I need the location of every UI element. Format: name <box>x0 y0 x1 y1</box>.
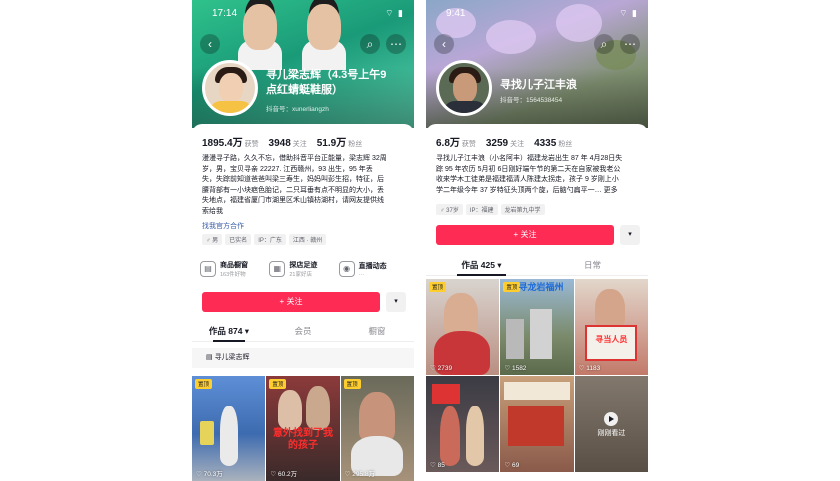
video-caption: 寻龙岩福州 <box>518 282 564 292</box>
video-thumbnail[interactable]: ♡ 85 <box>426 376 500 472</box>
ip-tag: IP：广东 <box>254 234 286 245</box>
video-thumbnail[interactable]: 刚刚看过 <box>574 376 648 472</box>
pinned-badge: 置顶 <box>269 379 287 389</box>
live-icon: ◉ <box>338 261 355 277</box>
profile-screen-left: 17:14 ⌔ ▮ ‹ ⌕ ⋯ 寻儿梁志辉（4.3号上午9 点红蜻蜓鞋服） 抖音… <box>192 0 414 481</box>
status-time: 17:14 <box>212 8 238 19</box>
video-thumbnail[interactable]: 置顶 意外找到了我的孩子 ♡ 60.2万 <box>266 376 340 481</box>
video-thumbnail[interactable]: 置顶 ♡ 70.3万 <box>192 376 266 481</box>
likes-stat[interactable]: 6.8万 获赞 <box>436 138 476 149</box>
store-visits-entry[interactable]: ▦ 探店足迹 21家好店 <box>269 260 338 278</box>
search-icon[interactable]: ⌕ <box>360 34 380 54</box>
profile-info-panel: 1895.4万 获赞 3948 关注 51.9万 粉丝 漫漫寻子路，久久不忘，借助抖音… <box>192 124 414 481</box>
video-thumbnail[interactable]: 寻当人员 ♡ 1183 <box>574 279 648 375</box>
video-caption: 寻当人员 <box>595 335 628 344</box>
video-thumbnail[interactable]: 置顶 寻龙岩福州 ♡ 1582 <box>500 279 574 375</box>
tab-membership[interactable]: 会员 <box>266 322 340 341</box>
stats-row: 6.8万 获赞 3259 关注 4335 粉丝 <box>436 134 580 149</box>
profile-screen-right: 9:41 ⌔ ▮ ‹ ⌕ ⋯ 寻找儿子江丰浪 抖音号：1564538454 6.… <box>426 0 648 481</box>
stats-row: 1895.4万 获赞 3948 关注 51.9万 粉丝 <box>202 134 370 149</box>
more-options-icon[interactable]: ⋯ <box>620 34 640 54</box>
ip-tag: IP：福建 <box>465 204 498 215</box>
profile-tags: ♂ 男 已实名 IP：广东 江西 · 赣州 <box>202 234 327 245</box>
search-icon[interactable]: ⌕ <box>594 34 614 54</box>
pinned-badge: 置顶 <box>343 379 361 389</box>
status-bar: 9:41 ⌔ ▮ <box>426 8 648 22</box>
like-count: ♡ 1582 <box>504 365 527 372</box>
like-count: ♡ 60.2万 <box>270 471 298 478</box>
video-grid: 置顶 ♡ 2739 置顶 寻龙岩福州 ♡ 1582 寻当人员 ♡ 1183 ♡ … <box>426 279 648 472</box>
signal-wifi-battery-icon: ⌔ ▮ <box>385 8 404 18</box>
content-tabs: 作品 874 ▾ 会员 橱窗 <box>192 322 414 342</box>
following-stat[interactable]: 3259 关注 <box>486 138 524 149</box>
collection-icon: ▤ <box>206 354 215 361</box>
video-caption: 意外找到了我的孩子 <box>272 428 333 451</box>
like-count: ♡ 69 <box>504 462 520 469</box>
more-dropdown-button[interactable]: ▾ <box>620 225 640 245</box>
video-thumbnail[interactable]: 置顶 ♡ 295.8万 <box>340 376 414 481</box>
school-tag: 龙岩第九中学 <box>500 204 545 215</box>
services-row: ▤ 商品橱窗 163件好物 ▦ 探店足迹 21家好店 ◉ 直播动态… <box>200 260 408 278</box>
follow-button[interactable]: + 关注 <box>436 225 614 245</box>
more-options-icon[interactable]: ⋯ <box>386 34 406 54</box>
more-dropdown-button[interactable]: ▾ <box>386 292 406 312</box>
bio-text: 漫漫寻子路，久久不忘，借助抖音平台正能量，梁志辉 32周 岁，男，宝贝寻亲 22… <box>202 155 387 215</box>
back-icon[interactable]: ‹ <box>434 34 454 54</box>
avatar[interactable] <box>436 60 492 116</box>
tab-works[interactable]: 作品 874 ▾ <box>192 322 266 342</box>
video-thumbnail[interactable]: 置顶 ♡ 2739 <box>426 279 500 375</box>
bio-text: 寻找儿子江丰浪（小名阿丰）福建龙岩出生 87 年 4月28日失 踪 95 年农历… <box>436 155 623 194</box>
douyin-id: 抖音号：1564538454 <box>500 97 563 104</box>
followers-stat[interactable]: 4335 粉丝 <box>534 138 572 149</box>
back-icon[interactable]: ‹ <box>200 34 220 54</box>
like-count: ♡ 2739 <box>430 365 453 372</box>
tab-daily[interactable]: 日常 <box>537 256 648 275</box>
collection-header[interactable]: ▤ 寻儿梁志辉 <box>192 348 414 368</box>
pinned-badge: 置顶 <box>429 282 447 292</box>
like-count: ♡ 295.8万 <box>344 471 376 478</box>
video-grid: 置顶 ♡ 70.3万 置顶 意外找到了我的孩子 ♡ 60.2万 置顶 ♡ 295… <box>192 376 414 481</box>
douyin-id: 抖音号：xunerliangzh <box>266 106 329 113</box>
verified-tag: 已实名 <box>225 234 252 245</box>
shop-window-entry[interactable]: ▤ 商品橱窗 163件好物 <box>200 260 269 278</box>
pinned-badge: 置顶 <box>195 379 213 389</box>
like-count: ♡ 1183 <box>578 365 601 372</box>
tab-shop[interactable]: 橱窗 <box>340 322 414 341</box>
like-count: ♡ 70.3万 <box>196 471 223 478</box>
gender-tag: ♂ 男 <box>202 234 223 245</box>
content-tabs: 作品 425 ▾ 日常 <box>426 256 648 276</box>
avatar[interactable] <box>202 60 258 116</box>
status-time: 9:41 <box>446 8 466 19</box>
status-bar: 17:14 ⌔ ▮ <box>192 8 414 22</box>
gender-age-tag: ♂ 37岁 <box>436 204 463 215</box>
following-stat[interactable]: 3948 关注 <box>269 138 307 149</box>
location-tag: 江西 · 赣州 <box>288 234 327 245</box>
profile-name: 寻儿梁志辉（4.3号上午9 点红蜻蜓鞋服） <box>266 69 387 96</box>
follow-button[interactable]: + 关注 <box>202 292 380 312</box>
profile-name: 寻找儿子江丰浪 <box>500 79 577 91</box>
profile-tags: ♂ 37岁 IP：福建 龙岩第九中学 <box>436 204 545 215</box>
live-updates-entry[interactable]: ◉ 直播动态… <box>338 260 408 278</box>
tab-works[interactable]: 作品 425 ▾ <box>426 256 537 276</box>
store-icon: ▦ <box>269 261 286 277</box>
followers-stat[interactable]: 51.9万 粉丝 <box>317 138 362 149</box>
likes-stat[interactable]: 1895.4万 获赞 <box>202 138 259 149</box>
recently-watched-label: 刚刚看过 <box>597 429 626 437</box>
business-contact-link[interactable]: 找我官方合作 <box>202 221 244 231</box>
profile-info-panel: 6.8万 获赞 3259 关注 4335 粉丝 寻找儿子江丰浪（小名阿丰）福建龙岩出生… <box>426 124 648 481</box>
signal-wifi-battery-icon: ⌔ ▮ <box>619 8 638 18</box>
like-count: ♡ 85 <box>430 462 445 469</box>
video-thumbnail[interactable]: ♡ 69 <box>500 376 574 472</box>
shop-icon: ▤ <box>200 261 216 277</box>
